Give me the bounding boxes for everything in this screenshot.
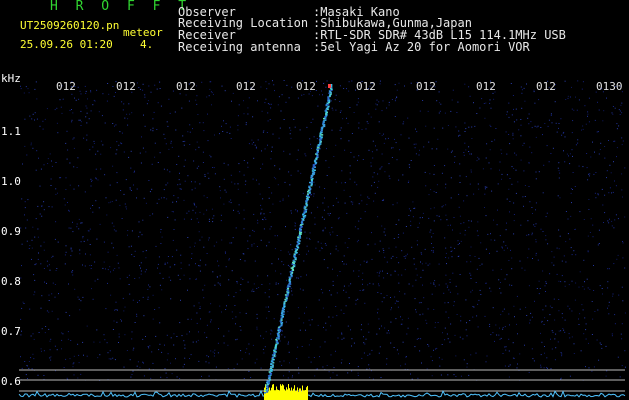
freq-tick: 1.1 xyxy=(1,125,21,138)
freq-unit: kHz xyxy=(1,72,21,85)
frequency-axis: kHz 1.1 1.0 0.9 0.8 0.7 0.6 xyxy=(1,72,21,388)
spectrogram: 012 012 012 012 012 012 012 012 012 0130… xyxy=(1,72,626,400)
freq-tick: 1.0 xyxy=(1,175,21,188)
time-tick: 012 xyxy=(296,80,316,93)
freq-tick: 0.6 xyxy=(1,375,21,388)
signal-level-trace xyxy=(18,389,626,398)
time-axis: 012 012 012 012 012 012 012 012 012 0130 xyxy=(56,80,623,93)
time-tick: 012 xyxy=(536,80,556,93)
freq-tick: 0.8 xyxy=(1,275,21,288)
freq-tick: 0.9 xyxy=(1,225,21,238)
time-tick: 012 xyxy=(416,80,436,93)
time-tick: 012 xyxy=(236,80,256,93)
meteor-trail xyxy=(264,84,333,394)
freq-tick: 0.7 xyxy=(1,325,21,338)
time-tick: 0130 xyxy=(596,80,623,93)
time-tick: 012 xyxy=(56,80,76,93)
signal-burst xyxy=(264,384,308,400)
time-tick: 012 xyxy=(356,80,376,93)
time-tick: 012 xyxy=(176,80,196,93)
time-tick: 012 xyxy=(116,80,136,93)
trail-head xyxy=(328,84,331,88)
time-tick: 012 xyxy=(476,80,496,93)
